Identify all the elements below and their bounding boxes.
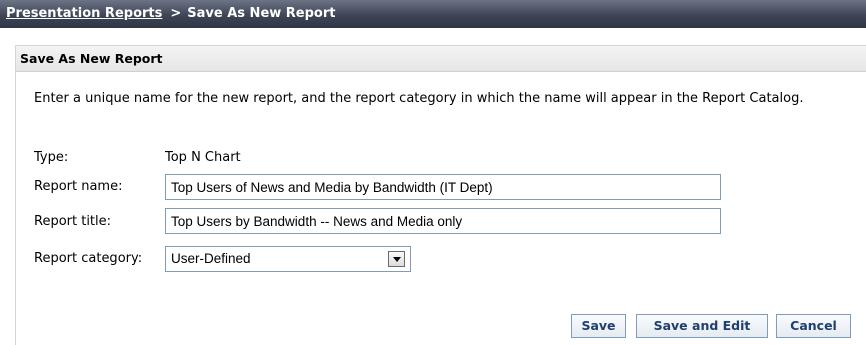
report-category-select[interactable]: User-Defined (165, 246, 411, 272)
intro-text: Enter a unique name for the new report, … (34, 91, 804, 106)
breadcrumb-separator: > (170, 6, 182, 21)
report-title-input[interactable] (165, 208, 721, 234)
save-button[interactable]: Save (571, 314, 626, 338)
cancel-button[interactable]: Cancel (776, 314, 851, 338)
breadcrumb-link-presentation-reports[interactable]: Presentation Reports (6, 6, 162, 21)
panel-title: Save As New Report (16, 46, 866, 72)
chevron-down-icon[interactable] (388, 251, 405, 267)
save-report-panel: Save As New Report Enter a unique name f… (15, 45, 866, 345)
report-category-value: User-Defined (171, 251, 251, 266)
report-name-input[interactable] (165, 174, 721, 200)
report-title-label: Report title: (34, 214, 112, 229)
save-and-edit-button[interactable]: Save and Edit (636, 314, 768, 338)
type-label: Type: (34, 150, 69, 165)
report-category-label: Report category: (34, 251, 143, 266)
breadcrumb: Presentation Reports > Save As New Report (0, 0, 866, 28)
type-value: Top N Chart (165, 150, 241, 165)
report-name-label: Report name: (34, 179, 123, 194)
breadcrumb-current: Save As New Report (187, 6, 336, 21)
